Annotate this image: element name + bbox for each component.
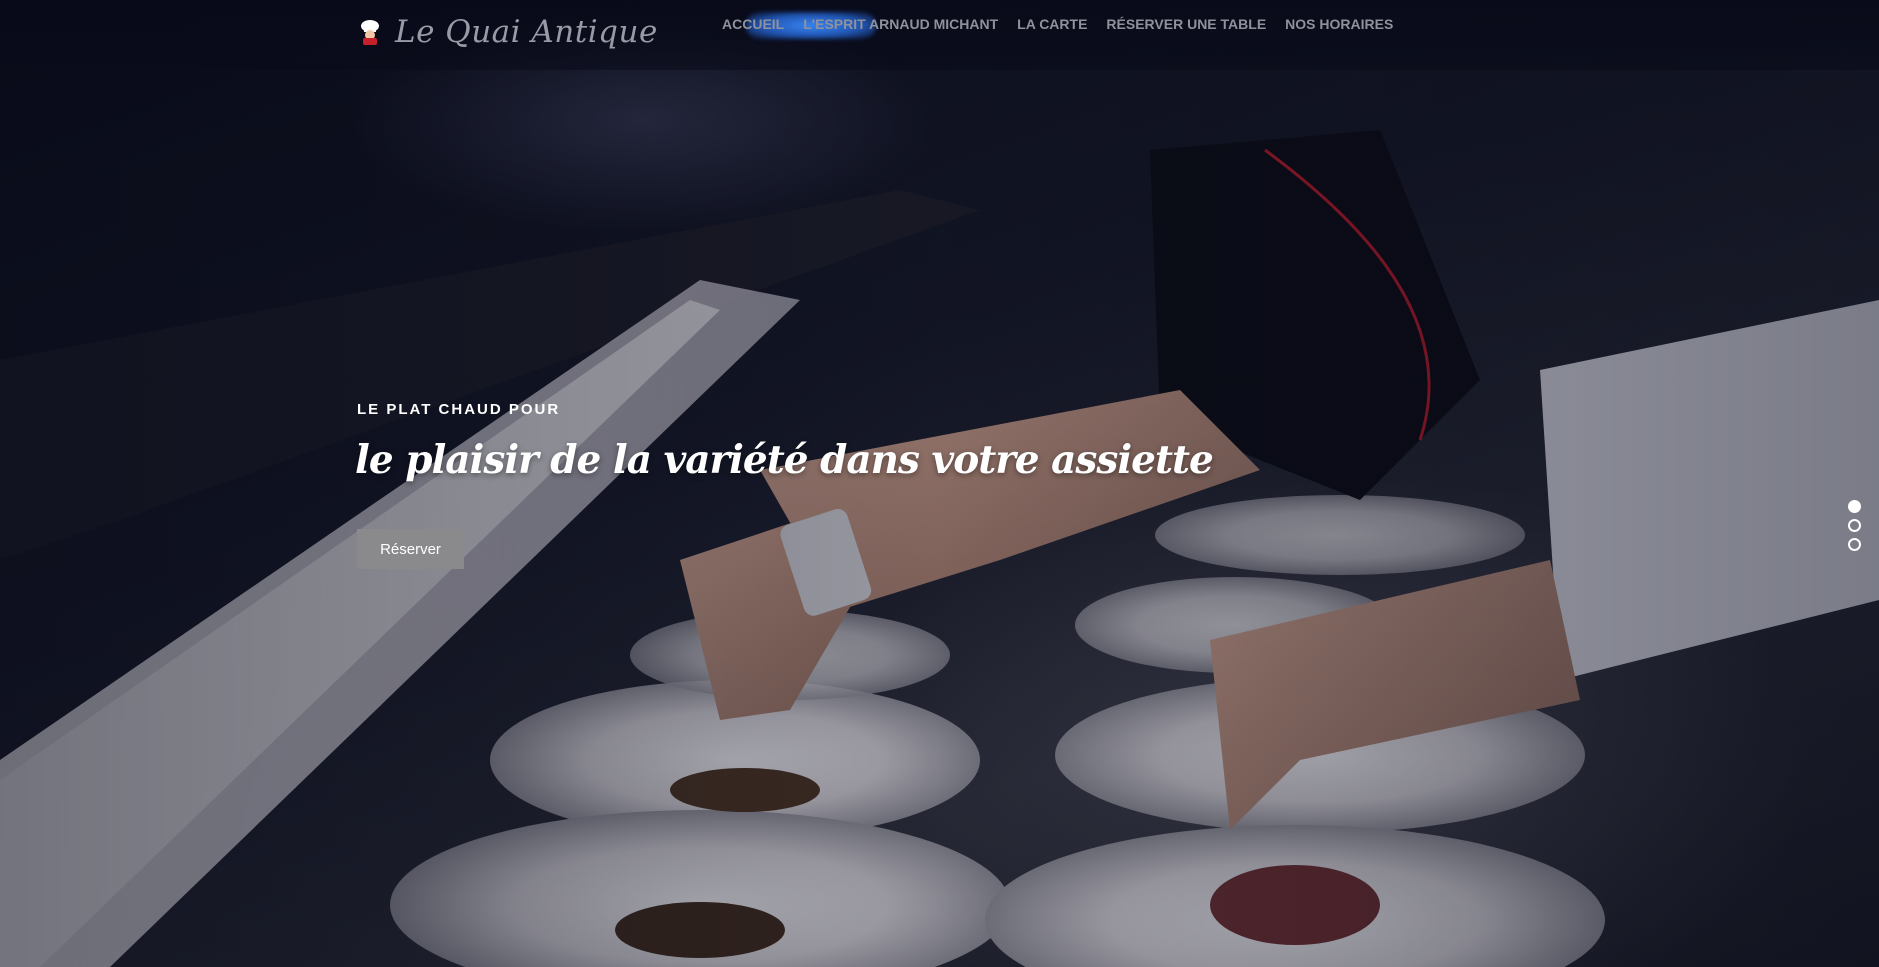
- main-nav: ACCUEIL L'ESPRIT ARNAUD MICHANT LA CARTE…: [722, 15, 1393, 33]
- nav-item-accueil[interactable]: ACCUEIL: [722, 15, 784, 33]
- hero-headline: le plaisir de la variété dans votre assi…: [355, 437, 1214, 483]
- slider-dot-3[interactable]: [1848, 538, 1861, 551]
- nav-item-esprit[interactable]: L'ESPRIT ARNAUD MICHANT: [803, 15, 998, 33]
- hero-overlay: [0, 0, 1879, 967]
- nav-item-reserver[interactable]: RÉSERVER UNE TABLE: [1106, 15, 1266, 33]
- reserve-button[interactable]: Réserver: [357, 529, 464, 569]
- chef-icon: [361, 20, 379, 45]
- slider-dot-1[interactable]: [1848, 500, 1861, 513]
- nav-item-carte[interactable]: LA CARTE: [1017, 15, 1087, 33]
- site-header: Le Quai Antique ACCUEIL L'ESPRIT ARNAUD …: [0, 0, 1879, 70]
- site-logo[interactable]: Le Quai Antique: [357, 14, 658, 50]
- hero-kicker: LE PLAT CHAUD POUR: [357, 401, 561, 418]
- logo-text: Le Quai Antique: [395, 14, 658, 50]
- hero-section: [0, 0, 1879, 967]
- nav-item-horaires[interactable]: NOS HORAIRES: [1285, 15, 1393, 33]
- slider-pagination: [1848, 500, 1861, 551]
- slider-dot-2[interactable]: [1848, 519, 1861, 532]
